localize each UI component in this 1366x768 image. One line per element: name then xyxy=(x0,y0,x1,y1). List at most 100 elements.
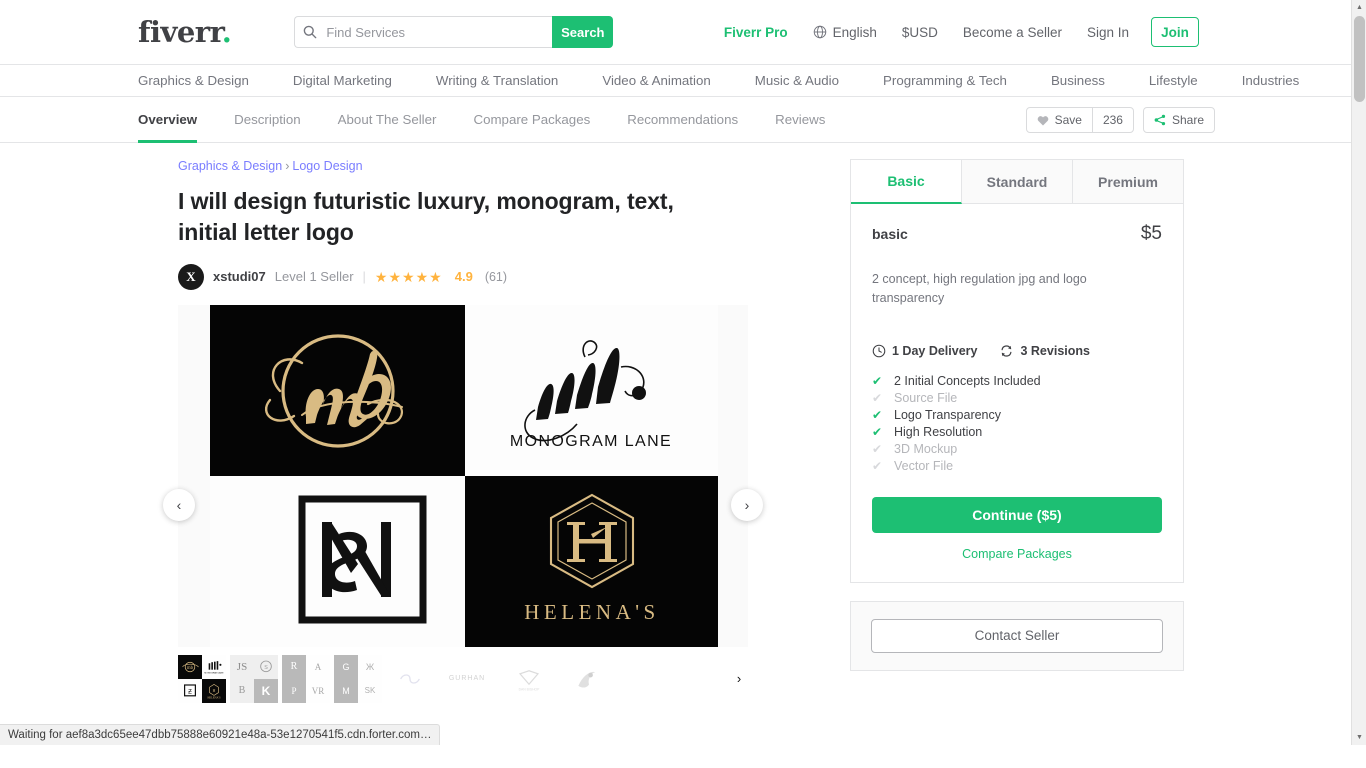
search-input[interactable] xyxy=(324,24,544,41)
feature-label: 2 Initial Concepts Included xyxy=(894,374,1041,388)
gallery-prev-button[interactable]: ‹ xyxy=(163,489,195,521)
search-input-wrap[interactable] xyxy=(294,16,552,48)
contact-seller-button[interactable]: Contact Seller xyxy=(871,619,1163,653)
catnav-video-animation[interactable]: Video & Animation xyxy=(602,73,710,88)
gallery-thumbnail-5[interactable] xyxy=(386,655,434,703)
square-monogram-artwork xyxy=(210,476,465,647)
seller-avatar[interactable]: X xyxy=(178,264,204,290)
check-icon: ✔ xyxy=(872,426,884,438)
gallery-thumbnail-4[interactable]: G Ж M SK xyxy=(334,655,382,703)
scroll-down-arrow[interactable]: ▼ xyxy=(1352,730,1366,745)
package-tab-basic[interactable]: Basic xyxy=(851,160,962,204)
heart-icon xyxy=(1037,115,1049,126)
scroll-up-arrow[interactable]: ▲ xyxy=(1352,0,1366,15)
thumb-quadrant xyxy=(386,655,434,703)
gallery-item-monogram-lane-logo[interactable]: MONOGRAM LANE xyxy=(465,305,718,476)
tab-reviews[interactable]: Reviews xyxy=(775,97,825,142)
feature-label: High Resolution xyxy=(894,425,982,439)
breadcrumb-parent[interactable]: Graphics & Design xyxy=(178,159,282,173)
feature-item: ✔ High Resolution xyxy=(872,425,1162,439)
thumb-quadrant: HHELENA'S xyxy=(202,679,226,703)
gallery-item-helenas-logo[interactable]: HELENA'S xyxy=(465,476,718,647)
gallery-thumbnail-8[interactable] xyxy=(562,655,610,703)
gallery-thumbnail-1[interactable]: mb MONOGRAM LANE Ƶ HHELENA'S xyxy=(178,655,226,703)
gallery-item-square-monogram-logo[interactable] xyxy=(210,476,465,647)
feature-item: ✔ Source File xyxy=(872,391,1162,405)
nav-currency[interactable]: $USD xyxy=(902,25,938,40)
clock-icon xyxy=(872,344,886,358)
join-button[interactable]: Join xyxy=(1151,17,1199,47)
thumbnail-label-dan-bishop: DAN BISHOP xyxy=(519,687,540,691)
package-body: basic $5 2 concept, high regulation jpg … xyxy=(851,204,1183,582)
refresh-icon xyxy=(999,344,1014,358)
gig-tab-bar: Overview Description About The Seller Co… xyxy=(0,97,1351,143)
gig-left-column: Graphics & Design›Logo Design I will des… xyxy=(178,159,778,705)
category-nav: Graphics & Design Digital Marketing Writ… xyxy=(0,64,1351,97)
thumb-quadrant xyxy=(562,655,610,703)
breadcrumb-current[interactable]: Logo Design xyxy=(292,159,362,173)
nav-language-label: English xyxy=(833,25,877,40)
nav-become-a-seller[interactable]: Become a Seller xyxy=(963,25,1062,40)
fiverr-logo[interactable]: fiverr. xyxy=(138,15,231,49)
svg-text:S: S xyxy=(264,665,268,671)
seller-info-row: X xstudi07 Level 1 Seller | ★ ★ ★ ★ ★ 4.… xyxy=(178,264,778,290)
nav-sign-in[interactable]: Sign In xyxy=(1087,25,1129,40)
nav-fiverr-pro[interactable]: Fiverr Pro xyxy=(724,25,788,40)
feature-item: ✔ 3D Mockup xyxy=(872,442,1162,456)
delivery-label: 1 Day Delivery xyxy=(892,344,977,358)
share-label: Share xyxy=(1172,113,1204,127)
catnav-programming-tech[interactable]: Programming & Tech xyxy=(883,73,1007,88)
seller-username[interactable]: xstudi07 xyxy=(213,269,266,284)
gallery-item-mb-monogram-logo[interactable] xyxy=(210,305,465,476)
check-icon: ✔ xyxy=(872,409,884,421)
tab-about-the-seller[interactable]: About The Seller xyxy=(338,97,437,142)
star-icon: ★ xyxy=(388,270,401,284)
package-tab-premium[interactable]: Premium xyxy=(1073,160,1183,204)
catnav-digital-marketing[interactable]: Digital Marketing xyxy=(293,73,392,88)
save-button[interactable]: Save xyxy=(1026,107,1093,133)
catnav-business[interactable]: Business xyxy=(1051,73,1105,88)
gallery-viewport: MONOGRAM LANE xyxy=(178,305,748,647)
continue-button[interactable]: Continue ($5) xyxy=(872,497,1162,533)
tab-compare-packages[interactable]: Compare Packages xyxy=(473,97,590,142)
nav-language[interactable]: English xyxy=(813,25,877,40)
gig-gallery: MONOGRAM LANE xyxy=(178,305,748,705)
gallery-thumbnail-7[interactable]: DAN BISHOP xyxy=(500,655,558,703)
package-tab-standard[interactable]: Standard xyxy=(962,160,1073,204)
thumb-quadrant: P xyxy=(282,679,306,703)
gallery-thumbnail-strip: mb MONOGRAM LANE Ƶ HHELENA'S JS xyxy=(178,653,748,705)
thumb-quadrant: B xyxy=(230,679,254,703)
catnav-writing-translation[interactable]: Writing & Translation xyxy=(436,73,558,88)
catnav-music-audio[interactable]: Music & Audio xyxy=(755,73,839,88)
share-button[interactable]: Share xyxy=(1143,107,1215,133)
gallery-next-button[interactable]: › xyxy=(731,489,763,521)
catnav-lifestyle[interactable]: Lifestyle xyxy=(1149,73,1198,88)
save-count[interactable]: 236 xyxy=(1092,107,1134,133)
feature-label: Logo Transparency xyxy=(894,408,1001,422)
gallery-thumbnail-3[interactable]: R A P VR xyxy=(282,655,330,703)
feature-item: ✔ Logo Transparency xyxy=(872,408,1162,422)
search-icon xyxy=(303,25,317,39)
gallery-thumbnail-2[interactable]: JS S B K xyxy=(230,655,278,703)
contact-seller-card: Contact Seller xyxy=(850,601,1184,671)
gig-right-column: Basic Standard Premium basic $5 2 concep… xyxy=(850,159,1184,705)
gallery-thumbnail-6[interactable]: GURHAN xyxy=(438,655,496,703)
browser-status-bar: Waiting for aef8a3dc65ee47dbb75888e60921… xyxy=(0,724,440,745)
compare-packages-link[interactable]: Compare Packages xyxy=(872,547,1162,561)
gallery-image-grid: MONOGRAM LANE xyxy=(210,305,718,647)
scrollbar-thumb[interactable] xyxy=(1354,16,1365,102)
catnav-industries[interactable]: Industries xyxy=(1242,73,1300,88)
thumb-quadrant: M xyxy=(334,679,358,703)
tab-recommendations[interactable]: Recommendations xyxy=(627,97,738,142)
thumbnail-next-button[interactable]: › xyxy=(730,667,748,691)
search-button[interactable]: Search xyxy=(552,16,613,48)
seller-level: Level 1 Seller xyxy=(275,269,354,284)
tab-description[interactable]: Description xyxy=(234,97,301,142)
thumb-quadrant: R xyxy=(282,655,306,679)
tab-overview[interactable]: Overview xyxy=(138,97,197,142)
package-price: $5 xyxy=(1141,223,1162,245)
page-scrollbar[interactable]: ▲ ▼ xyxy=(1351,0,1366,745)
thumb-quadrant: G xyxy=(334,655,358,679)
catnav-graphics-design[interactable]: Graphics & Design xyxy=(138,73,249,88)
package-tab-bar: Basic Standard Premium xyxy=(851,160,1183,204)
